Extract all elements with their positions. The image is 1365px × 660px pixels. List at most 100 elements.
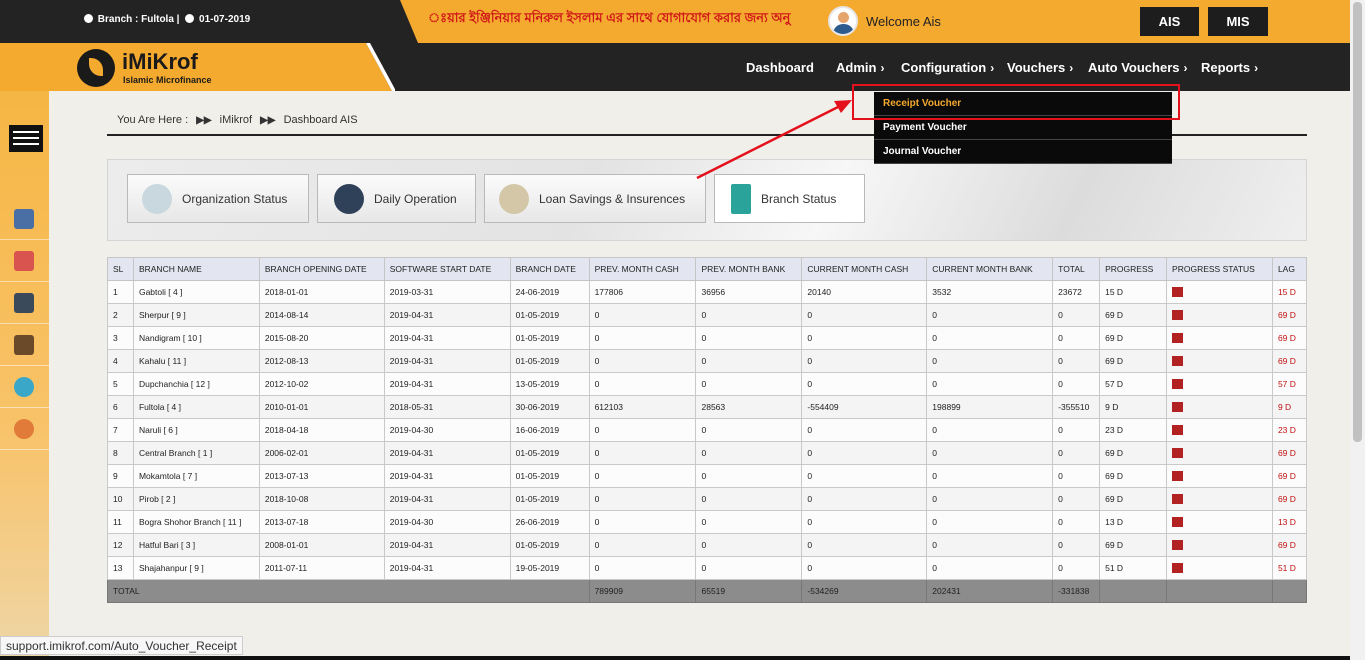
nav-configuration[interactable]: Configuration › bbox=[901, 60, 994, 75]
network-icon bbox=[14, 419, 34, 439]
nav-dashboard[interactable]: Dashboard bbox=[746, 60, 814, 75]
table-cell: 2018-01-01 bbox=[258, 280, 385, 304]
sidebar-item-transport[interactable] bbox=[0, 282, 49, 324]
nav-auto-vouchers[interactable]: Auto Vouchers › bbox=[1088, 60, 1188, 75]
table-cell: 0 bbox=[926, 533, 1054, 557]
table-cell: 69 D bbox=[1099, 303, 1168, 327]
table-cell: 2018-10-08 bbox=[258, 487, 385, 511]
table-cell: 0 bbox=[926, 372, 1054, 396]
table-cell: 2 bbox=[107, 303, 134, 327]
clock-icon bbox=[185, 14, 195, 23]
table-row: 11 Bogra Shohor Branch [ 11 ] 2013-07-18 20… bbox=[107, 510, 1308, 534]
table-cell: 2019-04-31 bbox=[383, 349, 511, 373]
menu-item-journal-voucher[interactable]: Journal Voucher bbox=[874, 140, 1172, 164]
progress-status-cell bbox=[1166, 487, 1273, 511]
sidebar-item-organization[interactable] bbox=[0, 198, 49, 240]
table-cell: 0 bbox=[695, 464, 803, 488]
table-cell: 23 D bbox=[1099, 418, 1168, 442]
table-cell: 0 bbox=[1052, 464, 1101, 488]
tab-daily-operation[interactable]: Daily Operation bbox=[317, 174, 476, 223]
table-cell: Sherpur [ 9 ] bbox=[132, 303, 260, 327]
table-row: 1 Gabtoli [ 4 ] 2018-01-01 2019-03-31 24-06-… bbox=[107, 280, 1308, 304]
scrollbar-thumb[interactable] bbox=[1353, 2, 1362, 442]
chevron-right-icon: › bbox=[880, 61, 885, 75]
table-cell: 2018-05-31 bbox=[383, 395, 511, 419]
table-cell: 11 bbox=[107, 510, 134, 534]
column-header: CURRENT MONTH BANK bbox=[926, 257, 1054, 281]
tab-branch-status-label: Branch Status bbox=[761, 191, 837, 206]
sidebar-item-loans[interactable] bbox=[0, 324, 49, 366]
progress-status-indicator bbox=[1172, 286, 1184, 297]
table-cell: 69 D bbox=[1271, 326, 1308, 350]
table-cell: 69 D bbox=[1099, 464, 1168, 488]
sidebar-item-settings[interactable] bbox=[0, 366, 49, 408]
table-cell: 0 bbox=[801, 441, 928, 465]
table-cell: 13 D bbox=[1271, 510, 1308, 534]
table-cell: 9 D bbox=[1271, 395, 1308, 419]
table-cell: 2015-08-20 bbox=[258, 326, 385, 350]
tab-organization-status[interactable]: Organization Status bbox=[127, 174, 309, 223]
table-cell: 01-05-2019 bbox=[509, 487, 590, 511]
table-cell: -355510 bbox=[1052, 395, 1101, 419]
table-cell: 01-05-2019 bbox=[509, 326, 590, 350]
tab-loan-savings[interactable]: Loan Savings & Insurences bbox=[484, 174, 706, 223]
sidebar-item-network[interactable] bbox=[0, 408, 49, 450]
table-cell: 0 bbox=[1052, 372, 1101, 396]
user-avatar[interactable] bbox=[828, 6, 858, 36]
table-cell: 01-05-2019 bbox=[509, 441, 590, 465]
building-icon bbox=[731, 183, 751, 214]
progress-status-cell bbox=[1166, 556, 1273, 580]
table-cell: 1 bbox=[107, 280, 134, 304]
column-header: BRANCH DATE bbox=[509, 257, 590, 281]
ais-button[interactable]: AIS bbox=[1140, 7, 1199, 36]
table-cell: 0 bbox=[926, 303, 1054, 327]
chevron-right-icon: › bbox=[1069, 61, 1074, 75]
sidebar-item-reports[interactable] bbox=[0, 240, 49, 282]
mis-button[interactable]: MIS bbox=[1208, 7, 1268, 36]
breadcrumb-item-imikrof[interactable]: iMikrof bbox=[220, 114, 252, 126]
table-header-row: SL BRANCH NAME BRANCH OPENING DATE SOFTW… bbox=[107, 257, 1308, 281]
chevron-right-icon: › bbox=[1183, 61, 1188, 75]
table-cell: 0 bbox=[801, 372, 928, 396]
column-header: LAG bbox=[1271, 257, 1308, 281]
logo-title[interactable]: iMiKrof bbox=[122, 49, 198, 75]
nav-reports-label: Reports bbox=[1201, 60, 1251, 75]
table-cell: 16-06-2019 bbox=[509, 418, 590, 442]
nav-vouchers-label: Vouchers bbox=[1007, 60, 1066, 75]
progress-status-cell bbox=[1166, 418, 1273, 442]
total-prev-month-cash: 789909 bbox=[588, 579, 697, 603]
table-cell: 01-05-2019 bbox=[509, 533, 590, 557]
nav-admin[interactable]: Admin › bbox=[836, 60, 884, 75]
table-cell: -554409 bbox=[801, 395, 928, 419]
table-cell: 8 bbox=[107, 441, 134, 465]
progress-status-indicator bbox=[1172, 447, 1184, 458]
table-cell: 0 bbox=[1052, 487, 1101, 511]
contact-marquee: ঃয়ার ইঞ্জিনিয়ার মনিরুল ইসলাম এর সাথে য… bbox=[428, 10, 791, 25]
double-arrow-icon: ▶▶ bbox=[260, 115, 276, 126]
table-cell: 0 bbox=[588, 487, 697, 511]
progress-status-cell bbox=[1166, 510, 1273, 534]
table-cell: 20140 bbox=[801, 280, 928, 304]
table-cell: 0 bbox=[695, 510, 803, 534]
progress-status-indicator bbox=[1172, 332, 1184, 343]
nav-reports[interactable]: Reports › bbox=[1201, 60, 1258, 75]
table-cell: 2019-04-31 bbox=[383, 326, 511, 350]
hamburger-menu-icon[interactable] bbox=[9, 125, 43, 152]
table-cell: 0 bbox=[1052, 556, 1101, 580]
table-cell: 198899 bbox=[926, 395, 1054, 419]
table-cell: 0 bbox=[588, 418, 697, 442]
total-total: -331838 bbox=[1052, 579, 1101, 603]
table-cell: 0 bbox=[926, 487, 1054, 511]
progress-status-indicator bbox=[1172, 493, 1184, 504]
table-cell: 0 bbox=[801, 510, 928, 534]
total-label: TOTAL bbox=[107, 579, 590, 603]
bus-icon bbox=[14, 293, 34, 313]
table-cell: 0 bbox=[588, 349, 697, 373]
page-scrollbar[interactable] bbox=[1350, 0, 1365, 660]
column-header: TOTAL bbox=[1052, 257, 1101, 281]
nav-vouchers[interactable]: Vouchers › bbox=[1007, 60, 1073, 75]
tab-branch-status[interactable]: Branch Status bbox=[714, 174, 865, 223]
table-cell: 2019-04-31 bbox=[383, 464, 511, 488]
table-cell: 0 bbox=[1052, 349, 1101, 373]
table-cell: 2010-01-01 bbox=[258, 395, 385, 419]
